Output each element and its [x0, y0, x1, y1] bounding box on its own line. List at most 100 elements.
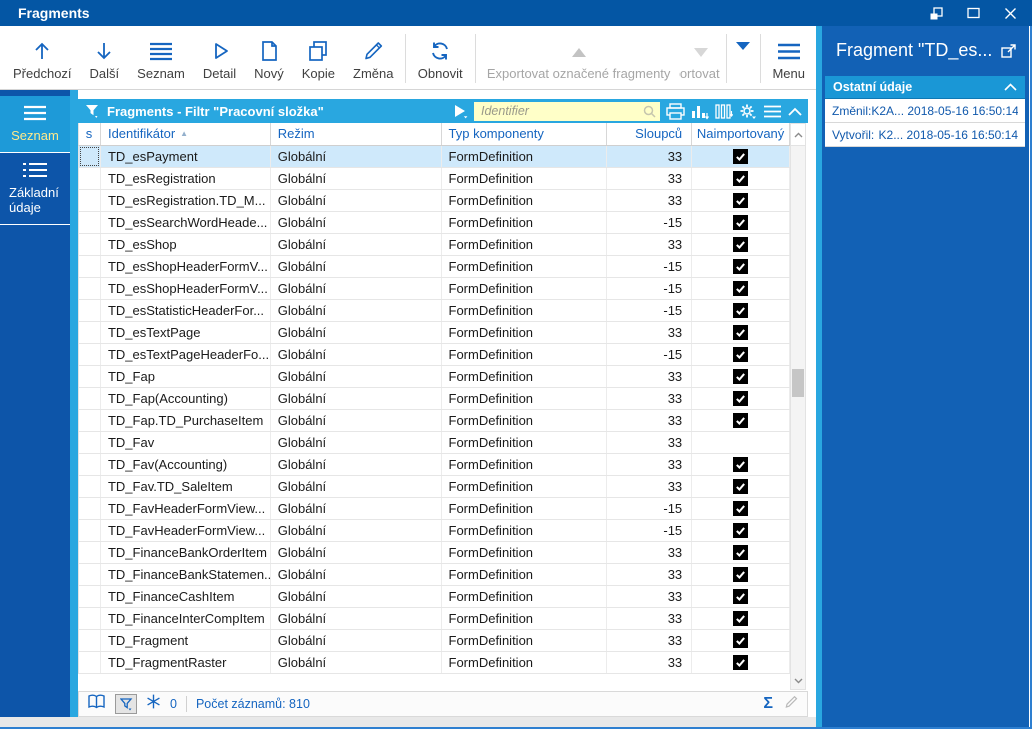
column-header-rezim[interactable]: Režim	[271, 123, 442, 145]
list-view-button[interactable]: Seznam	[128, 30, 194, 87]
open-external-icon[interactable]	[1001, 43, 1017, 64]
table-row[interactable]: TD_FinanceCashItemGlobálníFormDefinition…	[79, 586, 790, 608]
table-row[interactable]: TD_FavHeaderFormView...GlobálníFormDefin…	[79, 520, 790, 542]
row-select-cell[interactable]	[79, 190, 101, 211]
cell-identifier: TD_Fap(Accounting)	[101, 388, 271, 409]
cell-rezim: Globální	[271, 278, 442, 299]
table-row[interactable]: TD_FinanceBankOrderItemGlobálníFormDefin…	[79, 542, 790, 564]
filter-toggle-button[interactable]	[115, 694, 137, 714]
row-select-cell[interactable]	[79, 432, 101, 453]
previous-button[interactable]: Předchozí	[4, 30, 81, 87]
row-select-cell[interactable]	[79, 168, 101, 189]
scroll-up-button[interactable]	[791, 124, 805, 146]
maximize-window-button[interactable]	[965, 5, 981, 21]
refresh-button[interactable]: Obnovit	[409, 30, 472, 87]
row-select-cell[interactable]	[79, 476, 101, 497]
row-select-cell[interactable]	[79, 586, 101, 607]
close-window-button[interactable]	[1002, 5, 1018, 21]
section-header[interactable]: Ostatní údaje	[825, 76, 1025, 99]
table-row[interactable]: TD_esShopGlobálníFormDefinition33	[79, 234, 790, 256]
row-select-cell[interactable]	[79, 344, 101, 365]
row-select-cell[interactable]	[79, 652, 101, 673]
table-row[interactable]: TD_FapGlobálníFormDefinition33	[79, 366, 790, 388]
settings-gear-icon[interactable]	[739, 101, 757, 121]
table-row[interactable]: TD_FavGlobálníFormDefinition33	[79, 432, 790, 454]
table-row[interactable]: TD_FavHeaderFormView...GlobálníFormDefin…	[79, 498, 790, 520]
table-row[interactable]: TD_esRegistration.TD_M...GlobálníFormDef…	[79, 190, 790, 212]
row-select-cell[interactable]	[79, 498, 101, 519]
copy-record-button[interactable]: Kopie	[293, 30, 344, 87]
table-row[interactable]: TD_FinanceBankStatemen...GlobálníFormDef…	[79, 564, 790, 586]
row-select-cell[interactable]	[79, 630, 101, 651]
change-record-button[interactable]: Změna	[344, 30, 402, 87]
row-select-cell[interactable]	[79, 256, 101, 277]
collapse-chevron-up-icon[interactable]	[788, 101, 802, 121]
table-row[interactable]: TD_esRegistrationGlobálníFormDefinition3…	[79, 168, 790, 190]
row-select-cell[interactable]	[79, 212, 101, 233]
table-row[interactable]: TD_Fap(Accounting)GlobálníFormDefinition…	[79, 388, 790, 410]
sidebar-item-seznam[interactable]: Seznam	[0, 96, 70, 152]
cell-rezim: Globální	[271, 322, 442, 343]
row-select-cell[interactable]	[79, 234, 101, 255]
run-filter-play-icon[interactable]	[452, 101, 468, 121]
column-header-sloupcu[interactable]: Sloupců	[607, 123, 692, 145]
table-row[interactable]: TD_esTextPageGlobálníFormDefinition33	[79, 322, 790, 344]
menu-button[interactable]: Menu	[763, 30, 814, 87]
scrollbar-thumb[interactable]	[792, 369, 804, 397]
table-row[interactable]: TD_FragmentRasterGlobálníFormDefinition3…	[79, 652, 790, 674]
collapse-chevron-up-icon[interactable]	[1004, 80, 1017, 94]
checkbox-checked-icon	[733, 369, 748, 384]
column-header-identifikator[interactable]: Identifikátor▲	[101, 123, 271, 145]
row-select-cell[interactable]	[79, 278, 101, 299]
table-row[interactable]: TD_esStatisticHeaderFor...GlobálníFormDe…	[79, 300, 790, 322]
checkbox-checked-icon	[733, 567, 748, 582]
table-row[interactable]: TD_esPaymentGlobálníFormDefinition33	[79, 146, 790, 168]
row-select-cell[interactable]	[79, 410, 101, 431]
row-select-cell[interactable]	[79, 542, 101, 563]
scroll-down-button[interactable]	[791, 673, 805, 689]
detail-view-button[interactable]: Detail	[194, 30, 245, 87]
table-row[interactable]: TD_Fav(Accounting)GlobálníFormDefinition…	[79, 454, 790, 476]
chart-icon[interactable]	[691, 101, 709, 121]
column-header-s[interactable]: s	[79, 123, 101, 145]
restore-window-button[interactable]	[928, 5, 944, 21]
row-select-cell[interactable]	[79, 146, 101, 167]
sum-sigma-icon[interactable]: Σ	[763, 695, 773, 713]
filter-funnel-icon[interactable]	[84, 101, 101, 121]
table-row[interactable]: TD_esShopHeaderFormV...GlobálníFormDefin…	[79, 256, 790, 278]
new-record-button[interactable]: Nový	[245, 30, 293, 87]
table-row[interactable]: TD_esTextPageHeaderFo...GlobálníFormDefi…	[79, 344, 790, 366]
magnifier-icon	[643, 105, 656, 118]
row-select-cell[interactable]	[79, 454, 101, 475]
toolbar-overflow-dropdown-button[interactable]	[729, 30, 757, 87]
column-header-typ-komponenty[interactable]: Typ komponenty	[442, 123, 608, 145]
table-row[interactable]: TD_esSearchWordHeade...GlobálníFormDefin…	[79, 212, 790, 234]
identifier-search-input[interactable]	[474, 102, 660, 121]
table-row[interactable]: TD_Fav.TD_SaleItemGlobálníFormDefinition…	[79, 476, 790, 498]
row-select-cell[interactable]	[79, 520, 101, 541]
import-selected-button[interactable]: Importovat ozn	[679, 30, 722, 87]
row-select-cell[interactable]	[79, 300, 101, 321]
vertical-scrollbar[interactable]	[790, 123, 806, 690]
export-selected-button[interactable]: Exportovat označené fragmenty	[478, 30, 680, 87]
cell-typ-komponenty: FormDefinition	[442, 608, 608, 629]
next-button[interactable]: Další	[81, 30, 129, 87]
freeze-snowflake-icon[interactable]	[146, 694, 161, 714]
column-header-naimportovany[interactable]: Naimportovaný	[692, 123, 790, 145]
sidebar-item-zakladni-udaje[interactable]: Základní údaje	[0, 152, 70, 225]
row-select-cell[interactable]	[79, 366, 101, 387]
columns-icon[interactable]	[715, 101, 733, 121]
table-row[interactable]: TD_FragmentGlobálníFormDefinition33	[79, 630, 790, 652]
row-select-cell[interactable]	[79, 564, 101, 585]
table-row[interactable]: TD_Fap.TD_PurchaseItemGlobálníFormDefini…	[79, 410, 790, 432]
checkbox-checked-icon	[733, 523, 748, 538]
row-select-cell[interactable]	[79, 322, 101, 343]
row-select-cell[interactable]	[79, 388, 101, 409]
book-view-icon[interactable]	[87, 694, 106, 714]
table-row[interactable]: TD_esShopHeaderFormV...GlobálníFormDefin…	[79, 278, 790, 300]
row-select-cell[interactable]	[79, 608, 101, 629]
triangle-down-gray-icon	[694, 37, 708, 63]
print-icon[interactable]	[666, 101, 685, 121]
table-row[interactable]: TD_FinanceInterCompItemGlobálníFormDefin…	[79, 608, 790, 630]
panel-menu-icon[interactable]	[763, 101, 782, 121]
